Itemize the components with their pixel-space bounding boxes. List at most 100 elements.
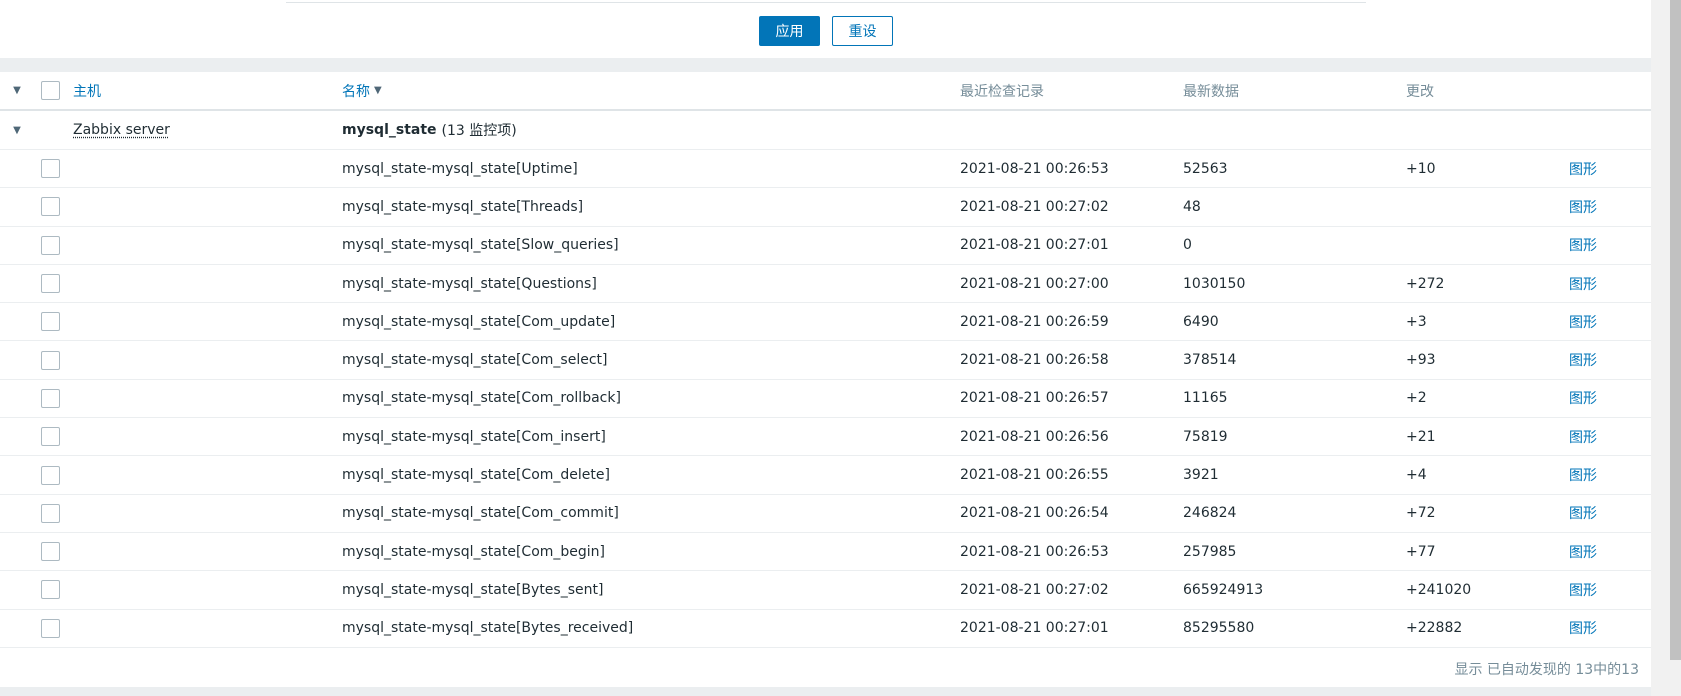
group-row: ▼ Zabbix server mysql_state (13 监控项): [0, 111, 1651, 150]
row-checkbox[interactable]: [41, 418, 61, 455]
header-name-label[interactable]: 名称: [342, 81, 370, 101]
item-name: mysql_state-mysql_state[Com_select]: [342, 352, 608, 369]
table-row: mysql_state-mysql_state[Bytes_sent] 2021-…: [0, 571, 1651, 610]
collapse-group-icon[interactable]: ▼: [10, 111, 24, 149]
graph-link[interactable]: 图形: [1569, 418, 1597, 455]
graph-link[interactable]: 图形: [1569, 342, 1597, 379]
graph-link[interactable]: 图形: [1569, 571, 1597, 608]
item-name: mysql_state-mysql_state[Com_begin]: [342, 543, 606, 560]
row-checkbox[interactable]: [41, 188, 61, 225]
table-row: mysql_state-mysql_state[Bytes_received] 2…: [0, 610, 1651, 648]
item-name: mysql_state-mysql_state[Threads]: [342, 198, 584, 215]
item-last-value: 1030150: [1183, 275, 1246, 292]
item-change: +77: [1406, 543, 1436, 560]
header-last-check: 最近检查记录: [960, 83, 1044, 100]
page-background: 应用 重设 ▼ 主机 名称 ▼ 最近检查记录 最新数据 更改 ▼ Zabbix …: [0, 0, 1651, 696]
graph-link[interactable]: 图形: [1569, 303, 1597, 340]
item-last-value: 11165: [1183, 390, 1228, 407]
item-name: mysql_state-mysql_state[Com_delete]: [342, 467, 610, 484]
item-name: mysql_state-mysql_state[Questions]: [342, 275, 597, 292]
item-change: +10: [1406, 160, 1436, 177]
item-last-check: 2021-08-21 00:26:59: [960, 313, 1109, 330]
row-checkbox[interactable]: [41, 265, 61, 302]
item-last-value: 6490: [1183, 313, 1219, 330]
item-name: mysql_state-mysql_state[Com_commit]: [342, 505, 619, 522]
row-checkbox[interactable]: [41, 342, 61, 379]
graph-link[interactable]: 图形: [1569, 227, 1597, 264]
item-last-check: 2021-08-21 00:26:55: [960, 467, 1109, 484]
item-count: (13 监控项): [441, 123, 517, 139]
select-all-checkbox[interactable]: [41, 72, 61, 109]
graph-link[interactable]: 图形: [1569, 456, 1597, 493]
row-checkbox[interactable]: [41, 495, 61, 532]
item-last-value: 246824: [1183, 505, 1237, 522]
item-name: mysql_state-mysql_state[Uptime]: [342, 160, 578, 177]
table-row: mysql_state-mysql_state[Slow_queries] 202…: [0, 227, 1651, 265]
item-change: +2: [1406, 390, 1427, 407]
item-name: mysql_state-mysql_state[Bytes_received]: [342, 620, 634, 637]
graph-link[interactable]: 图形: [1569, 265, 1597, 302]
item-last-check: 2021-08-21 00:27:01: [960, 237, 1109, 254]
graph-link[interactable]: 图形: [1569, 533, 1597, 570]
graph-link[interactable]: 图形: [1569, 495, 1597, 532]
item-last-value: 85295580: [1183, 620, 1255, 637]
row-checkbox[interactable]: [41, 380, 61, 417]
item-change: +22882: [1406, 620, 1463, 637]
host-name[interactable]: Zabbix server: [73, 122, 170, 138]
latest-data-table: ▼ 主机 名称 ▼ 最近检查记录 最新数据 更改 ▼ Zabbix server…: [0, 72, 1651, 687]
host-link[interactable]: Zabbix server: [73, 111, 170, 149]
item-change: +241020: [1406, 581, 1472, 598]
item-last-check: 2021-08-21 00:26:53: [960, 160, 1109, 177]
item-change: +72: [1406, 505, 1436, 522]
application-title: mysql_state (13 监控项): [342, 111, 517, 149]
table-row: mysql_state-mysql_state[Com_select] 2021-…: [0, 342, 1651, 380]
collapse-all-icon[interactable]: ▼: [10, 72, 24, 109]
graph-link[interactable]: 图形: [1569, 380, 1597, 417]
row-checkbox[interactable]: [41, 227, 61, 264]
row-checkbox[interactable]: [41, 150, 61, 187]
reset-button[interactable]: 重设: [832, 16, 893, 46]
item-last-check: 2021-08-21 00:27:02: [960, 198, 1109, 215]
item-change: +272: [1406, 275, 1445, 292]
item-last-check: 2021-08-21 00:26:53: [960, 543, 1109, 560]
item-last-value: 3921: [1183, 467, 1219, 484]
item-last-check: 2021-08-21 00:27:02: [960, 581, 1109, 598]
item-change: +4: [1406, 467, 1427, 484]
table-row: mysql_state-mysql_state[Com_commit] 2021-…: [0, 495, 1651, 533]
pagination-summary: 显示 已自动发现的 13中的13: [1454, 662, 1639, 678]
table-row: mysql_state-mysql_state[Com_update] 2021-…: [0, 303, 1651, 342]
item-last-value: 257985: [1183, 543, 1237, 560]
item-last-check: 2021-08-21 00:27:01: [960, 620, 1109, 637]
row-checkbox[interactable]: [41, 571, 61, 608]
table-header: ▼ 主机 名称 ▼ 最近检查记录 最新数据 更改: [0, 72, 1651, 111]
scrollbar-thumb[interactable]: [1670, 0, 1681, 660]
item-name: mysql_state-mysql_state[Com_insert]: [342, 428, 606, 445]
item-last-check: 2021-08-21 00:26:58: [960, 352, 1109, 369]
graph-link[interactable]: 图形: [1569, 188, 1597, 225]
row-checkbox[interactable]: [41, 533, 61, 570]
item-last-value: 378514: [1183, 352, 1237, 369]
apply-button[interactable]: 应用: [759, 16, 820, 46]
table-row: mysql_state-mysql_state[Com_insert] 2021-…: [0, 418, 1651, 457]
graph-link[interactable]: 图形: [1569, 150, 1597, 187]
filter-divider: [286, 2, 1366, 3]
item-name: mysql_state-mysql_state[Com_update]: [342, 313, 616, 330]
item-name: mysql_state-mysql_state[Slow_queries]: [342, 237, 619, 254]
row-checkbox[interactable]: [41, 303, 61, 340]
item-last-value: 52563: [1183, 160, 1228, 177]
table-row: mysql_state-mysql_state[Com_delete] 2021-…: [0, 456, 1651, 495]
item-name: mysql_state-mysql_state[Bytes_sent]: [342, 581, 604, 598]
vertical-scrollbar[interactable]: [1651, 0, 1681, 696]
item-last-check: 2021-08-21 00:27:00: [960, 275, 1109, 292]
graph-link[interactable]: 图形: [1569, 610, 1597, 647]
item-change: +21: [1406, 428, 1436, 445]
row-checkbox[interactable]: [41, 610, 61, 647]
header-name[interactable]: 名称 ▼: [342, 72, 382, 109]
table-row: mysql_state-mysql_state[Com_rollback] 202…: [0, 380, 1651, 419]
row-checkbox[interactable]: [41, 456, 61, 493]
header-change: 更改: [1406, 83, 1434, 100]
sort-desc-icon: ▼: [374, 85, 382, 96]
application-name: mysql_state: [342, 122, 437, 138]
item-change: +3: [1406, 313, 1427, 330]
header-host[interactable]: 主机: [73, 72, 101, 109]
